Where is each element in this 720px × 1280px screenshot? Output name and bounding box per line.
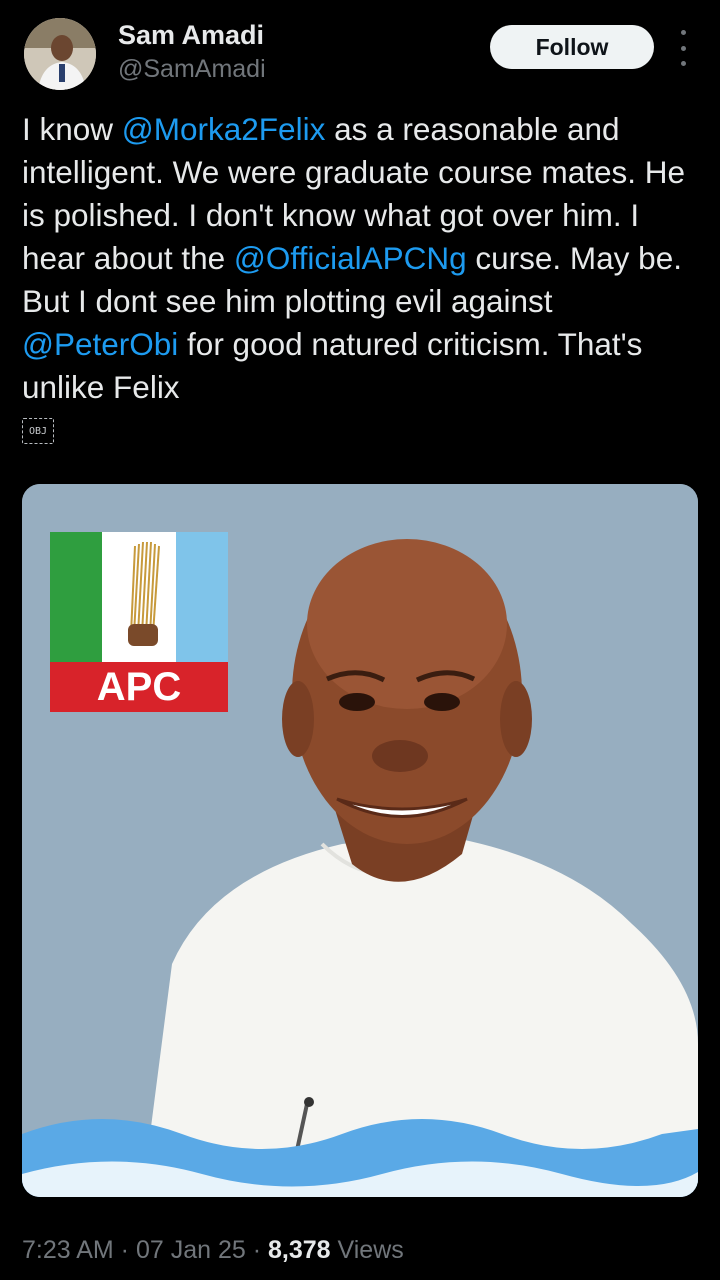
author-handle[interactable]: @SamAmadi (118, 55, 266, 84)
follow-button[interactable]: Follow (490, 25, 654, 69)
mention-officialapcng[interactable]: @OfficialAPCNg (234, 240, 467, 276)
tweet-time[interactable]: 7:23 AM (22, 1236, 114, 1264)
apc-logo-text: APC (97, 665, 181, 709)
tweet-meta: 7:23 AM · 07 Jan 25 · 8,378 Views (22, 1236, 404, 1265)
views-count: 8,378 (268, 1236, 331, 1264)
avatar-image (24, 18, 96, 90)
author-avatar[interactable] (24, 18, 96, 90)
media-illustration: APC (22, 484, 698, 1197)
tweet-media-image[interactable]: APC (22, 484, 698, 1197)
more-options-icon[interactable] (672, 30, 694, 66)
views-label: Views (330, 1236, 404, 1264)
author-name[interactable]: Sam Amadi (118, 20, 264, 51)
tweet-text-part: I know (22, 111, 122, 147)
mention-morka2felix[interactable]: @Morka2Felix (122, 111, 326, 147)
mention-peterobi[interactable]: @PeterObi (22, 326, 178, 362)
meta-separator: · (245, 1236, 268, 1264)
object-placeholder-icon: OBJ (22, 418, 54, 444)
tweet-text: I know @Morka2Felix as a reasonable and … (22, 108, 702, 409)
meta-separator: · (113, 1236, 136, 1264)
apc-logo: APC (50, 532, 228, 712)
tweet-date[interactable]: 07 Jan 25 (136, 1236, 246, 1264)
